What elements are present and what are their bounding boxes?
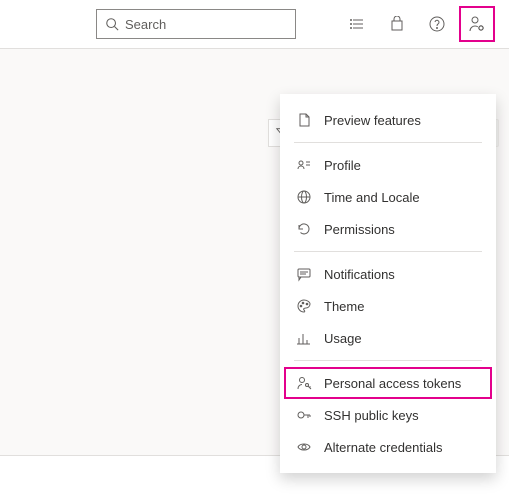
menu-separator — [294, 251, 482, 252]
menu-item-profile[interactable]: Profile — [280, 149, 496, 181]
key-icon — [296, 407, 312, 423]
toolbar-icons — [339, 6, 495, 42]
top-toolbar — [0, 0, 509, 48]
search-input[interactable] — [125, 17, 301, 32]
document-icon — [296, 112, 312, 128]
user-key-icon — [296, 375, 312, 391]
menu-label: Preview features — [324, 113, 421, 128]
menu-label: Personal access tokens — [324, 376, 461, 391]
menu-item-permissions[interactable]: Permissions — [280, 213, 496, 245]
bar-chart-icon — [296, 330, 312, 346]
menu-separator — [294, 360, 482, 361]
menu-item-alternate-credentials[interactable]: Alternate credentials — [280, 431, 496, 463]
help-icon[interactable] — [419, 6, 455, 42]
menu-label: Alternate credentials — [324, 440, 443, 455]
content-area: Preview features Profile Time and Locale… — [0, 48, 509, 456]
menu-item-ssh-keys[interactable]: SSH public keys — [280, 399, 496, 431]
user-settings-icon[interactable] — [459, 6, 495, 42]
menu-separator — [294, 142, 482, 143]
menu-label: Notifications — [324, 267, 395, 282]
menu-item-usage[interactable]: Usage — [280, 322, 496, 354]
search-box[interactable] — [96, 9, 296, 39]
refresh-icon — [296, 221, 312, 237]
menu-label: Time and Locale — [324, 190, 420, 205]
user-settings-menu: Preview features Profile Time and Locale… — [280, 94, 496, 473]
menu-label: Permissions — [324, 222, 395, 237]
menu-item-preview-features[interactable]: Preview features — [280, 104, 496, 136]
menu-item-personal-access-tokens[interactable]: Personal access tokens — [284, 367, 492, 399]
globe-icon — [296, 189, 312, 205]
menu-item-notifications[interactable]: Notifications — [280, 258, 496, 290]
search-icon — [105, 17, 119, 31]
eye-icon — [296, 439, 312, 455]
menu-label: Theme — [324, 299, 364, 314]
menu-label: Profile — [324, 158, 361, 173]
shopping-bag-icon[interactable] — [379, 6, 415, 42]
menu-label: SSH public keys — [324, 408, 419, 423]
list-icon[interactable] — [339, 6, 375, 42]
chat-icon — [296, 266, 312, 282]
palette-icon — [296, 298, 312, 314]
profile-card-icon — [296, 157, 312, 173]
menu-item-time-locale[interactable]: Time and Locale — [280, 181, 496, 213]
menu-label: Usage — [324, 331, 362, 346]
menu-item-theme[interactable]: Theme — [280, 290, 496, 322]
